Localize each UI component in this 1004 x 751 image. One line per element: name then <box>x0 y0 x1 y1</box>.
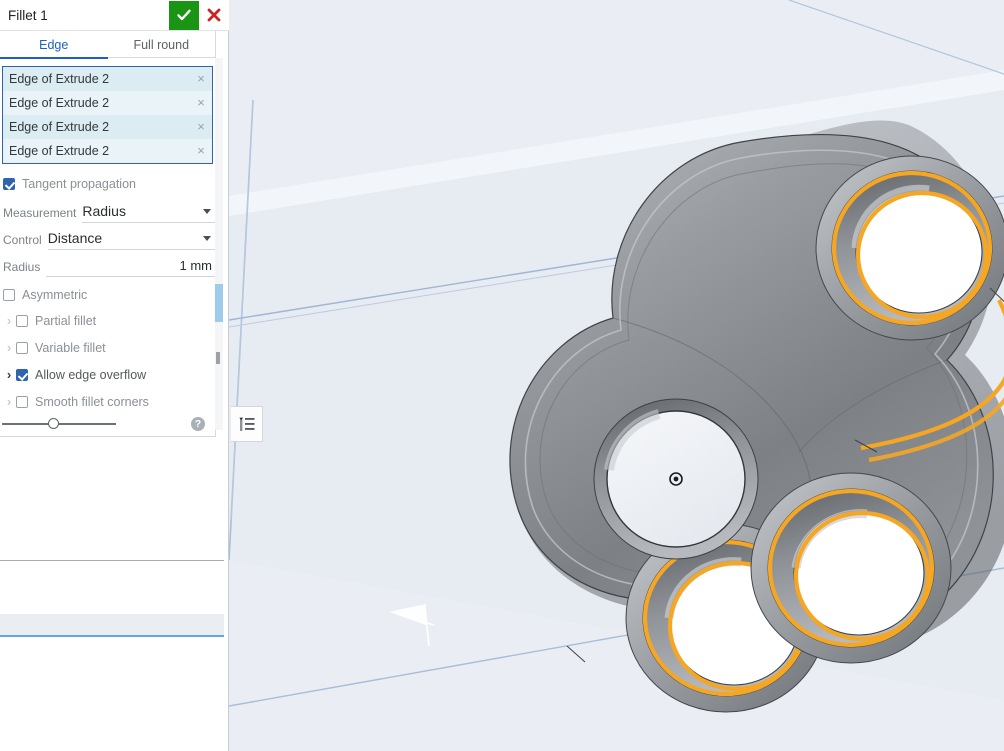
allow-edge-overflow-checkbox[interactable] <box>16 368 28 381</box>
list-item[interactable]: Edge of Extrude 2 × <box>3 139 212 163</box>
tab-full-round[interactable]: Full round <box>108 31 216 58</box>
radius-label: Radius <box>3 260 41 274</box>
chevron-right-icon[interactable]: › <box>2 395 16 408</box>
fillet-slider[interactable] <box>2 417 116 431</box>
radius-row: Radius 1 mm <box>0 251 216 277</box>
entity-label: Edge of Extrude 2 <box>9 144 110 158</box>
tab-full-round-label: Full round <box>133 37 190 52</box>
variable-fillet-label: Variable fillet <box>35 340 106 355</box>
chevron-right-icon[interactable]: › <box>2 341 16 354</box>
fillet-dialog-panel: Fillet 1 Edge Full round Edge of Extrude… <box>0 0 229 751</box>
page-title: Fillet 1 <box>8 7 48 23</box>
remove-entity-icon[interactable]: × <box>194 72 208 86</box>
radius-value: 1 mm <box>179 257 213 273</box>
partial-fillet-label: Partial fillet <box>35 313 97 328</box>
center-hub <box>593 398 759 560</box>
control-row: Control Distance <box>0 224 216 250</box>
tangent-propagation-label: Tangent propagation <box>22 177 136 191</box>
measurement-value: Radius <box>82 203 126 219</box>
measurement-label: Measurement <box>3 206 77 220</box>
remove-entity-icon[interactable]: × <box>194 96 208 110</box>
selected-entities-list[interactable]: Edge of Extrude 2 × Edge of Extrude 2 × … <box>2 66 213 164</box>
allow-edge-overflow-label: Allow edge overflow <box>35 367 147 382</box>
chevron-right-icon[interactable]: › <box>2 368 16 381</box>
chevron-down-icon <box>203 235 211 241</box>
slider-thumb[interactable] <box>48 417 60 429</box>
checkmark-icon <box>177 9 191 21</box>
control-dropdown[interactable]: Distance <box>47 227 216 250</box>
measurement-row: Measurement Radius <box>0 197 216 223</box>
dialog-header: Fillet 1 <box>0 0 229 31</box>
chevron-down-icon <box>203 208 211 214</box>
list-item[interactable]: Edge of Extrude 2 × <box>3 67 212 91</box>
lobe-right <box>750 472 952 664</box>
panel-status-strip <box>0 614 224 637</box>
entity-label: Edge of Extrude 2 <box>9 96 110 110</box>
remove-entity-icon[interactable]: × <box>194 120 208 134</box>
lobe-top <box>815 155 1004 341</box>
variable-fillet-checkbox[interactable] <box>16 341 28 354</box>
tangent-propagation-row[interactable]: Tangent propagation <box>0 172 216 196</box>
tab-edge[interactable]: Edge <box>0 31 108 59</box>
close-icon <box>207 8 221 22</box>
accept-button[interactable] <box>169 0 199 30</box>
scrollbar-thumb[interactable] <box>215 284 223 322</box>
partial-fillet-checkbox[interactable] <box>16 314 28 327</box>
radius-input[interactable]: 1 mm <box>46 254 216 277</box>
dialog-tabs: Edge Full round <box>0 31 216 59</box>
asymmetric-row[interactable]: Asymmetric <box>0 283 216 307</box>
fillet-options-form: Tangent propagation Measurement Radius C… <box>0 172 216 415</box>
scrollbar-marker <box>216 352 220 364</box>
feature-list-icon <box>238 417 254 431</box>
control-value: Distance <box>47 230 103 246</box>
cancel-button[interactable] <box>199 0 229 30</box>
tab-edge-label: Edge <box>39 37 69 52</box>
tangent-propagation-checkbox[interactable] <box>3 178 15 190</box>
panel-divider <box>0 560 224 561</box>
entity-label: Edge of Extrude 2 <box>9 120 110 134</box>
partial-fillet-row[interactable]: › Partial fillet <box>0 307 216 334</box>
remove-entity-icon[interactable]: × <box>194 144 208 158</box>
asymmetric-label: Asymmetric <box>22 288 88 302</box>
panel-scrollbar[interactable] <box>215 58 223 430</box>
list-item[interactable]: Edge of Extrude 2 × <box>3 91 212 115</box>
entity-label: Edge of Extrude 2 <box>9 72 110 86</box>
measurement-dropdown[interactable]: Radius <box>82 200 216 223</box>
allow-edge-overflow-row[interactable]: › Allow edge overflow <box>0 361 216 388</box>
control-label: Control <box>3 233 42 247</box>
dialog-footer: ? <box>0 411 216 437</box>
smooth-fillet-corners-checkbox[interactable] <box>16 395 28 408</box>
list-item[interactable]: Edge of Extrude 2 × <box>3 115 212 139</box>
help-icon[interactable]: ? <box>191 416 205 431</box>
smooth-fillet-corners-label: Smooth fillet corners <box>35 394 149 409</box>
asymmetric-checkbox[interactable] <box>3 289 15 301</box>
3d-viewport[interactable] <box>229 0 1004 751</box>
chevron-right-icon[interactable]: › <box>2 314 16 327</box>
feature-tree-toggle[interactable] <box>231 406 263 442</box>
variable-fillet-row[interactable]: › Variable fillet <box>0 334 216 361</box>
fillet-direction-arrow <box>389 604 435 647</box>
cad-application-window: Fillet 1 Edge Full round Edge of Extrude… <box>0 0 1004 751</box>
